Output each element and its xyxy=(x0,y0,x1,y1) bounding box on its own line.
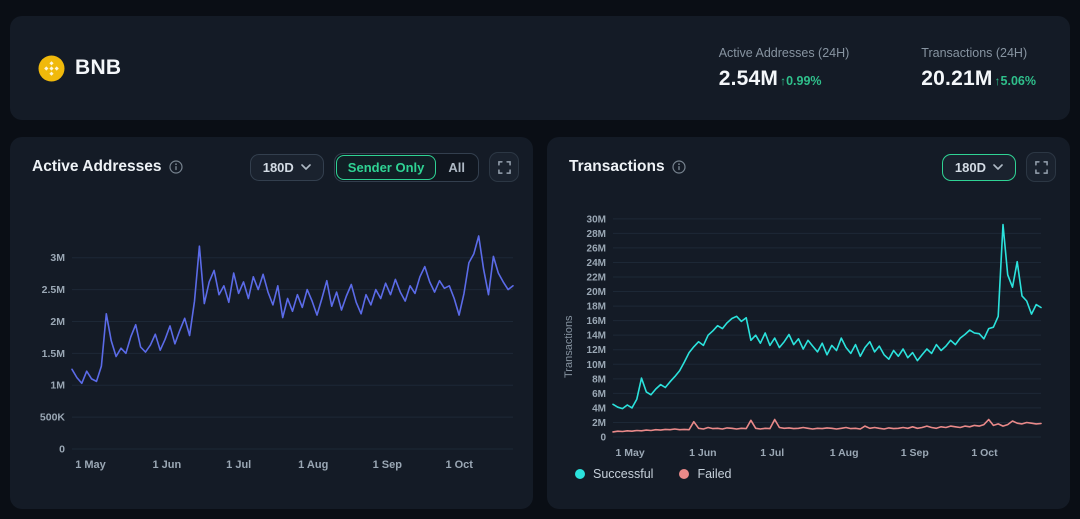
svg-text:1 Jul: 1 Jul xyxy=(760,447,784,459)
svg-text:16M: 16M xyxy=(587,316,606,327)
svg-text:1 Jun: 1 Jun xyxy=(152,459,181,471)
expand-button[interactable] xyxy=(1026,152,1056,182)
fullscreen-icon xyxy=(1035,161,1048,174)
svg-text:1 Jul: 1 Jul xyxy=(226,459,251,471)
svg-text:14M: 14M xyxy=(587,331,606,342)
svg-text:1 May: 1 May xyxy=(616,447,645,459)
svg-text:500K: 500K xyxy=(40,412,66,424)
stat-value: 20.21M xyxy=(921,67,992,91)
svg-text:0: 0 xyxy=(600,433,606,444)
toggle-sender-only[interactable]: Sender Only xyxy=(336,155,437,180)
svg-text:2M: 2M xyxy=(50,316,65,328)
legend-label: Successful xyxy=(593,467,653,481)
svg-text:22M: 22M xyxy=(587,273,606,284)
legend-label: Failed xyxy=(697,467,731,481)
svg-text:1 Aug: 1 Aug xyxy=(298,459,328,471)
y-axis-title: Transactions xyxy=(561,205,577,463)
range-dropdown[interactable]: 180D xyxy=(942,154,1016,181)
legend-item-successful[interactable]: Successful xyxy=(575,467,653,481)
transactions-title: Transactions xyxy=(569,158,665,176)
svg-text:0: 0 xyxy=(59,444,65,456)
toggle-all[interactable]: All xyxy=(436,155,477,180)
svg-text:2M: 2M xyxy=(592,418,606,429)
stat-delta: ↑0.99% xyxy=(780,74,821,88)
svg-text:12M: 12M xyxy=(587,345,606,356)
stat-transactions: Transactions (24H) 20.21M ↑5.06% xyxy=(921,46,1036,91)
coin-name: BNB xyxy=(75,56,121,80)
svg-text:24M: 24M xyxy=(587,258,606,269)
svg-text:1 May: 1 May xyxy=(75,459,106,471)
svg-text:20M: 20M xyxy=(587,287,606,298)
stat-label: Active Addresses (24H) xyxy=(719,46,850,60)
range-dropdown-label: 180D xyxy=(955,160,986,175)
failed-dot-icon xyxy=(679,469,689,479)
stat-delta: ↑5.06% xyxy=(995,74,1036,88)
range-dropdown-label: 180D xyxy=(263,160,294,175)
chevron-down-icon xyxy=(993,164,1003,170)
svg-text:1M: 1M xyxy=(50,380,65,392)
svg-text:1 Oct: 1 Oct xyxy=(445,459,473,471)
svg-text:8M: 8M xyxy=(592,374,606,385)
svg-text:26M: 26M xyxy=(587,243,606,254)
sender-toggle-group: Sender Only All xyxy=(334,153,479,182)
svg-text:3M: 3M xyxy=(50,252,65,264)
svg-text:6M: 6M xyxy=(592,389,606,400)
range-dropdown[interactable]: 180D xyxy=(250,154,324,181)
svg-text:18M: 18M xyxy=(587,302,606,313)
active-addresses-title: Active Addresses xyxy=(32,158,162,176)
transactions-chart[interactable]: 0 2M 4M 6M 8M 10M 12M 14M 16M 18M 20M 22M 24M 26M 28M 3… xyxy=(577,205,1051,463)
svg-text:1.5M: 1.5M xyxy=(42,348,66,360)
svg-text:2.5M: 2.5M xyxy=(42,284,66,296)
transactions-card: Transactions 180D xyxy=(547,137,1070,509)
fullscreen-icon xyxy=(498,161,511,174)
svg-text:28M: 28M xyxy=(587,229,606,240)
active-addresses-chart[interactable]: 0 500K 1M 1.5M 2M 2.5M 3M 1 May 1 Jun 1 Jul 1 Aug 1… xyxy=(24,221,519,475)
stat-value: 2.54M xyxy=(719,67,778,91)
info-icon[interactable] xyxy=(672,160,686,174)
legend-item-failed[interactable]: Failed xyxy=(679,467,731,481)
svg-text:4M: 4M xyxy=(592,403,606,414)
info-icon[interactable] xyxy=(169,160,183,174)
dashboard-page: BNB Active Addresses (24H) 2.54M ↑0.99% … xyxy=(0,0,1080,519)
svg-text:1 Sep: 1 Sep xyxy=(901,447,929,459)
svg-text:10M: 10M xyxy=(587,360,606,371)
svg-text:1 Aug: 1 Aug xyxy=(830,447,859,459)
coin-identity: BNB xyxy=(38,55,121,82)
svg-text:30M: 30M xyxy=(587,214,606,225)
active-addresses-card: Active Addresses 180D Sender Only All xyxy=(10,137,533,509)
stat-active-addresses: Active Addresses (24H) 2.54M ↑0.99% xyxy=(719,46,850,91)
svg-text:1 Sep: 1 Sep xyxy=(373,459,403,471)
svg-text:1 Jun: 1 Jun xyxy=(689,447,716,459)
header-stats: Active Addresses (24H) 2.54M ↑0.99% Tran… xyxy=(719,46,1036,91)
stat-label: Transactions (24H) xyxy=(921,46,1036,60)
chart-legend: Successful Failed xyxy=(561,467,1056,481)
successful-dot-icon xyxy=(575,469,585,479)
bnb-coin-icon xyxy=(38,55,65,82)
svg-text:1 Oct: 1 Oct xyxy=(971,447,998,459)
expand-button[interactable] xyxy=(489,152,519,182)
chevron-down-icon xyxy=(301,164,311,170)
coin-header-card: BNB Active Addresses (24H) 2.54M ↑0.99% … xyxy=(10,16,1070,120)
